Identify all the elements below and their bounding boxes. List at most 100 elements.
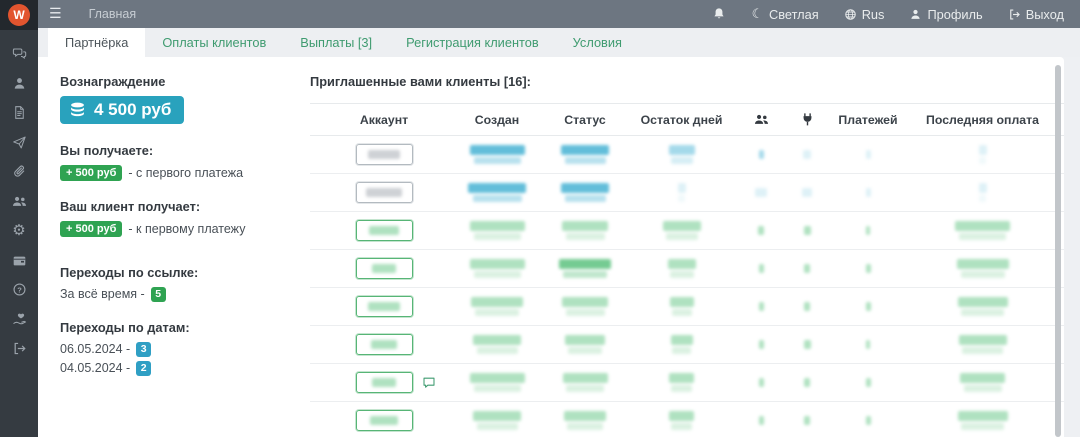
redacted-text: [802, 188, 812, 197]
users-icon: [12, 194, 27, 209]
send-icon: [12, 135, 27, 150]
page-title: Главная: [89, 7, 137, 21]
app-window: W ⚙? ☰ Главная ☾Светлая Rus Профиль Выход П…: [0, 0, 1080, 437]
cell-plug: [793, 364, 821, 401]
cell-plug: [793, 402, 821, 437]
redacted-text: [759, 150, 764, 159]
tab-registratsiya-klientov[interactable]: Регистрация клиентов: [389, 28, 556, 57]
app-logo[interactable]: W: [0, 0, 38, 30]
cell-days: [634, 364, 729, 401]
sidebar: W ⚙?: [0, 0, 38, 437]
reward-amount: 4 500 руб: [94, 100, 171, 120]
menu-toggle[interactable]: ☰: [49, 7, 62, 21]
redacted-text: [866, 226, 870, 235]
cell-users: [729, 250, 793, 287]
sidebar-item-donate[interactable]: [0, 305, 38, 335]
sidebar-item-logout[interactable]: [0, 334, 38, 364]
column-header-created: Создан: [458, 113, 536, 127]
invited-clients-table: Приглашенные вами клиенты [16]: АккаунтС…: [310, 57, 1064, 437]
account-box[interactable]: [356, 258, 413, 279]
redacted-text: [564, 411, 606, 430]
table-row[interactable]: [310, 212, 1064, 250]
cell-payments: [821, 326, 915, 363]
account-box[interactable]: [356, 182, 413, 203]
cell-plug: [793, 326, 821, 363]
cell-last: [915, 402, 1050, 437]
redacted-text: [669, 145, 695, 164]
paperclip-icon: [12, 164, 27, 179]
sidebar-item-settings[interactable]: ⚙: [0, 216, 38, 246]
cell-users: [729, 402, 793, 437]
redacted-text: [755, 188, 767, 197]
cell-status: [536, 174, 634, 211]
column-header-payments: Платежей: [821, 113, 915, 127]
cell-status: [536, 326, 634, 363]
cell-last: [915, 136, 1050, 173]
tab-bar: ПартнёркаОплаты клиентовВыплаты [3]Регис…: [38, 28, 1080, 57]
cell-account: [310, 250, 458, 287]
redacted-text: [470, 373, 525, 392]
users-icon: [754, 112, 769, 127]
moon-icon: ☾: [751, 8, 764, 21]
cell-plug: [793, 212, 821, 249]
table-row[interactable]: [310, 136, 1064, 174]
account-box[interactable]: [356, 372, 413, 393]
sidebar-item-profile[interactable]: [0, 69, 38, 99]
redacted-text: [565, 335, 605, 354]
table-row[interactable]: [310, 326, 1064, 364]
tab-usloviya[interactable]: Условия: [556, 28, 639, 57]
coins-icon: [68, 101, 87, 120]
column-label: Создан: [475, 113, 519, 127]
notifications-button[interactable]: [712, 7, 726, 21]
sidebar-item-chat[interactable]: [0, 39, 38, 69]
reward-amount-badge: 4 500 руб: [60, 96, 184, 124]
redacted-text: [473, 335, 521, 354]
comment-bubble-button[interactable]: [422, 376, 436, 390]
redacted-text: [473, 411, 521, 430]
sidebar-item-documents[interactable]: [0, 98, 38, 128]
redacted-text: [803, 150, 811, 159]
redacted-text: [804, 416, 810, 425]
redacted-text: [372, 378, 396, 387]
redacted-text: [678, 183, 686, 202]
cell-days: [634, 136, 729, 173]
table-row[interactable]: [310, 250, 1064, 288]
date-clicks-count-badge: 2: [136, 361, 151, 376]
logout-button[interactable]: Выход: [1008, 7, 1064, 22]
redacted-text: [669, 411, 694, 430]
cell-created: [458, 326, 536, 363]
table-row[interactable]: [310, 174, 1064, 212]
column-header-connections: [793, 112, 821, 127]
redacted-text: [668, 259, 696, 278]
sidebar-item-clients[interactable]: [0, 187, 38, 217]
language-label: Rus: [862, 7, 885, 22]
theme-button[interactable]: ☾Светлая: [751, 7, 819, 22]
sidebar-item-help[interactable]: ?: [0, 275, 38, 305]
account-box[interactable]: [356, 220, 413, 241]
sidebar-item-wallet[interactable]: [0, 246, 38, 276]
cell-account: [310, 288, 458, 325]
sidebar-item-send[interactable]: [0, 128, 38, 158]
account-box[interactable]: [356, 410, 413, 431]
table-scrollbar[interactable]: [1055, 65, 1061, 437]
you-get-text: - с первого платежа: [128, 166, 243, 180]
sidebar-item-attachments[interactable]: [0, 157, 38, 187]
table-row[interactable]: [310, 402, 1064, 437]
table-row[interactable]: [310, 364, 1064, 402]
partner-summary-panel: Вознаграждение 4 500 руб Вы получаете: +…: [38, 57, 310, 437]
cell-account: [310, 364, 458, 401]
tab-vyplaty[interactable]: Выплаты [3]: [283, 28, 389, 57]
account-box[interactable]: [356, 334, 413, 355]
tab-partnerka[interactable]: Партнёрка: [48, 28, 145, 57]
language-button[interactable]: Rus: [844, 7, 885, 22]
table-row[interactable]: [310, 288, 1064, 326]
cell-plug: [793, 174, 821, 211]
profile-button[interactable]: Профиль: [909, 7, 982, 22]
column-header-status: Статус: [536, 113, 634, 127]
account-box[interactable]: [356, 296, 413, 317]
redacted-text: [804, 340, 811, 349]
exit-icon: [1008, 8, 1021, 21]
account-box[interactable]: [356, 144, 413, 165]
tab-oplaty-klientov[interactable]: Оплаты клиентов: [145, 28, 283, 57]
cell-users: [729, 174, 793, 211]
